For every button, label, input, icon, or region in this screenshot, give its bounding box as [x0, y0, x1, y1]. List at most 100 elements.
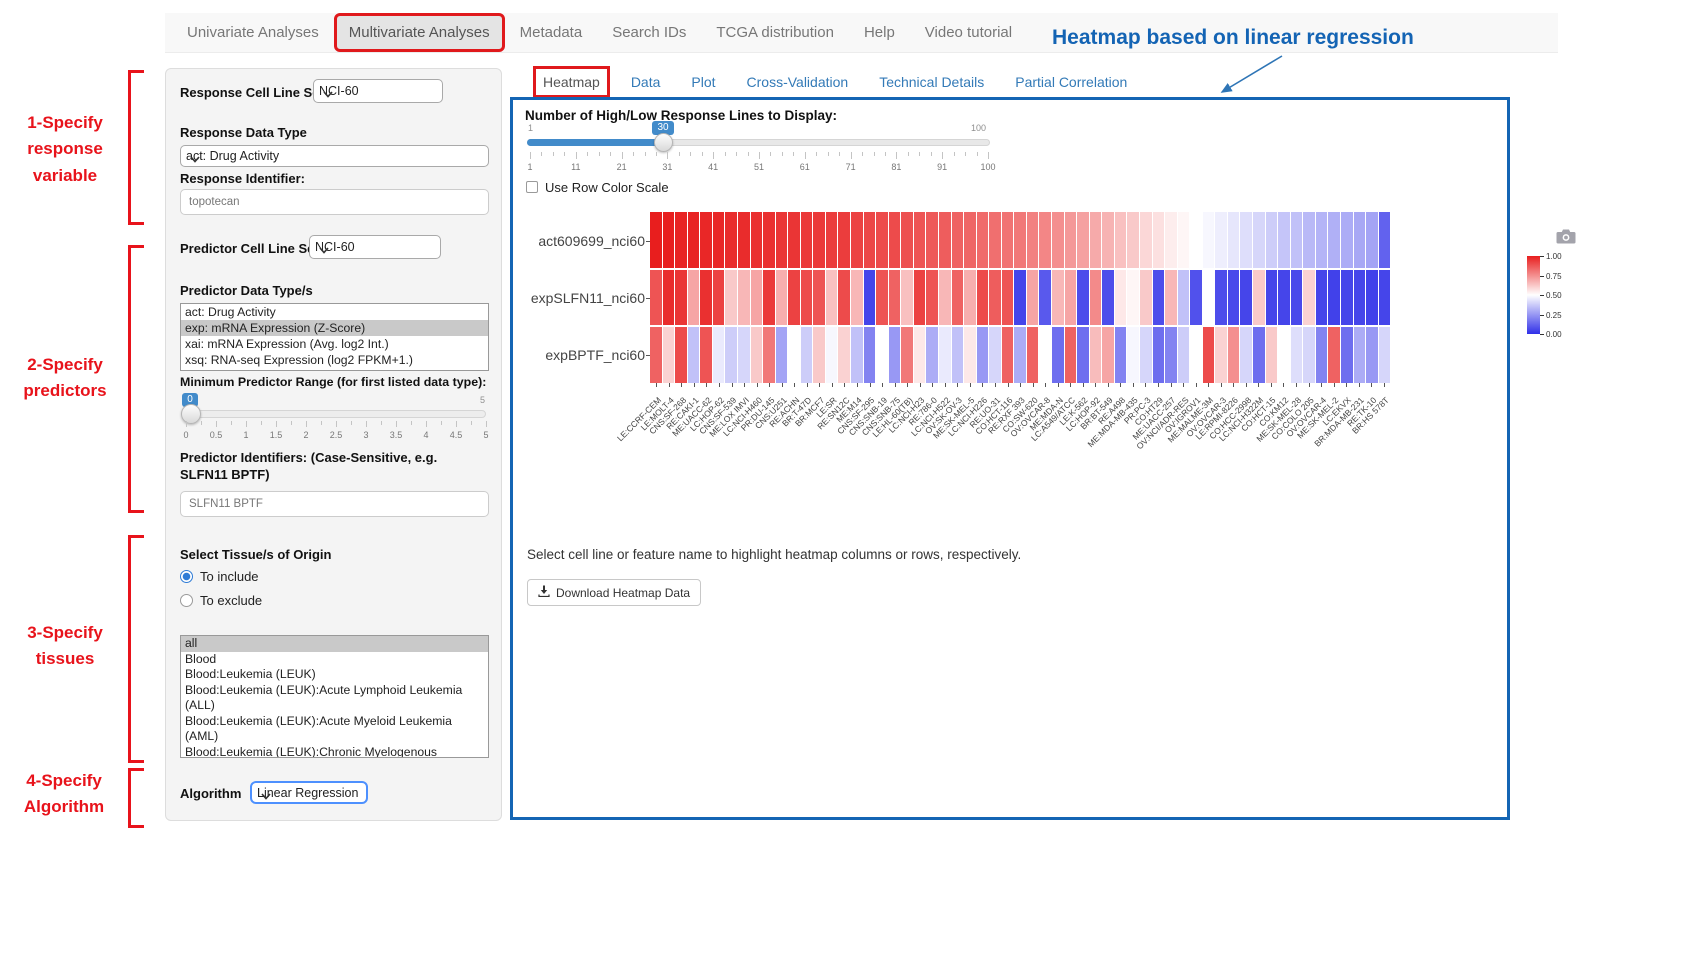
heatmap-cell[interactable] — [926, 270, 939, 326]
heatmap-cell[interactable] — [1127, 270, 1140, 326]
heatmap-cell[interactable] — [1065, 212, 1078, 268]
heatmap-cell[interactable] — [1027, 327, 1040, 383]
heatmap-cell[interactable] — [977, 327, 990, 383]
tab-partial-correlation[interactable]: Partial Correlation — [1009, 70, 1133, 94]
heatmap-cell[interactable] — [977, 212, 990, 268]
heatmap-cell[interactable] — [725, 327, 738, 383]
tissue-exclude-radio[interactable]: To exclude — [180, 593, 262, 608]
heatmap-cell[interactable] — [1203, 327, 1216, 383]
predictor-data-type-option[interactable]: act: Drug Activity — [181, 304, 488, 320]
heatmap-cell[interactable] — [876, 270, 889, 326]
nav-item-multivariate-analyses[interactable]: Multivariate Analyses — [337, 16, 502, 49]
heatmap-cell[interactable] — [1266, 212, 1279, 268]
heatmap-cell[interactable] — [1027, 212, 1040, 268]
heatmap-cell[interactable] — [813, 270, 826, 326]
heatmap-cell[interactable] — [838, 327, 851, 383]
heatmap-cell[interactable] — [977, 270, 990, 326]
heatmap-cell[interactable] — [1052, 212, 1065, 268]
heatmap-cell[interactable] — [1215, 270, 1228, 326]
heatmap-cell[interactable] — [1065, 327, 1078, 383]
heatmap-cell[interactable] — [763, 270, 776, 326]
heatmap-cell[interactable] — [738, 212, 751, 268]
heatmap-cell[interactable] — [914, 327, 927, 383]
heatmap-cell[interactable] — [1153, 270, 1166, 326]
heatmap-cell[interactable] — [650, 327, 663, 383]
heatmap-cell[interactable] — [1303, 270, 1316, 326]
heatmap-cell[interactable] — [1077, 212, 1090, 268]
heatmap-cell[interactable] — [901, 212, 914, 268]
heatmap-cell[interactable] — [952, 212, 965, 268]
heatmap-cell[interactable] — [1240, 270, 1253, 326]
heatmap-cell[interactable] — [801, 327, 814, 383]
heatmap-cell[interactable] — [952, 270, 965, 326]
heatmap-cell[interactable] — [650, 270, 663, 326]
heatmap-cell[interactable] — [939, 270, 952, 326]
heatmap-cell[interactable] — [788, 327, 801, 383]
heatmap-cell[interactable] — [713, 327, 726, 383]
heatmap-cell[interactable] — [1014, 270, 1027, 326]
heatmap-cell[interactable] — [663, 327, 676, 383]
predictor-data-type-option[interactable]: exp: mRNA Expression (Z-Score) — [181, 320, 488, 336]
tab-data[interactable]: Data — [625, 70, 667, 94]
heatmap-cell[interactable] — [1077, 270, 1090, 326]
tissue-option[interactable]: Blood — [181, 652, 488, 668]
heatmap-cell[interactable] — [1291, 327, 1304, 383]
heatmap-cell[interactable] — [826, 212, 839, 268]
heatmap-cell[interactable] — [1190, 270, 1203, 326]
heatmap-cell[interactable] — [1303, 212, 1316, 268]
lines-slider-handle[interactable] — [654, 133, 673, 152]
heatmap-cell[interactable] — [1379, 327, 1391, 383]
heatmap-cell[interactable] — [1215, 327, 1228, 383]
heatmap-cell[interactable] — [1253, 212, 1266, 268]
heatmap-cell[interactable] — [1203, 212, 1216, 268]
heatmap-cell[interactable] — [1278, 327, 1291, 383]
heatmap-cell[interactable] — [650, 212, 663, 268]
heatmap-cell[interactable] — [838, 212, 851, 268]
heatmap-cell[interactable] — [751, 327, 764, 383]
heatmap-cell[interactable] — [901, 270, 914, 326]
heatmap-cell[interactable] — [1002, 270, 1015, 326]
heatmap-cell[interactable] — [813, 327, 826, 383]
heatmap-cell[interactable] — [738, 327, 751, 383]
heatmap-row-label[interactable]: expSLFN11_nci60 — [515, 290, 645, 306]
heatmap-cell[interactable] — [1102, 270, 1115, 326]
heatmap-row-label[interactable]: act609699_nci60 — [515, 233, 645, 249]
tissue-option[interactable]: Blood:Leukemia (LEUK):Acute Lymphoid Leu… — [181, 683, 488, 714]
heatmap-cell[interactable] — [1140, 212, 1153, 268]
heatmap-cell[interactable] — [801, 270, 814, 326]
heatmap-cell[interactable] — [826, 270, 839, 326]
heatmap-cell[interactable] — [1115, 270, 1128, 326]
heatmap-cell[interactable] — [914, 270, 927, 326]
heatmap-cell[interactable] — [1316, 270, 1329, 326]
heatmap-cell[interactable] — [1178, 327, 1191, 383]
heatmap-cell[interactable] — [1165, 327, 1178, 383]
heatmap-cell[interactable] — [1379, 212, 1391, 268]
heatmap-cell[interactable] — [1278, 212, 1291, 268]
tissue-listbox[interactable]: allBloodBlood:Leukemia (LEUK)Blood:Leuke… — [180, 635, 489, 758]
heatmap-cell[interactable] — [864, 212, 877, 268]
heatmap-cell[interactable] — [1140, 327, 1153, 383]
heatmap-cell[interactable] — [1291, 270, 1304, 326]
heatmap-cell[interactable] — [1316, 327, 1329, 383]
heatmap-cell[interactable] — [914, 212, 927, 268]
tissue-option[interactable]: Blood:Leukemia (LEUK):Chronic Myelogenou… — [181, 745, 488, 759]
heatmap-cell[interactable] — [1366, 270, 1379, 326]
heatmap-cell[interactable] — [1127, 212, 1140, 268]
heatmap-cell[interactable] — [1039, 212, 1052, 268]
heatmap-cell[interactable] — [838, 270, 851, 326]
heatmap-cell[interactable] — [776, 327, 789, 383]
heatmap-cell[interactable] — [1027, 270, 1040, 326]
heatmap-cell[interactable] — [1014, 327, 1027, 383]
heatmap-cell[interactable] — [1090, 327, 1103, 383]
predictor-data-type-option[interactable]: xsq: RNA-seq Expression (log2 FPKM+1.) — [181, 352, 488, 368]
heatmap-cell[interactable] — [700, 327, 713, 383]
heatmap-cell[interactable] — [725, 212, 738, 268]
heatmap-cell[interactable] — [1228, 212, 1241, 268]
nav-item-univariate-analyses[interactable]: Univariate Analyses — [175, 16, 331, 49]
heatmap-cell[interactable] — [1153, 212, 1166, 268]
tissue-option[interactable]: all — [181, 636, 488, 652]
row-color-scale-checkbox[interactable] — [526, 181, 538, 193]
heatmap-cell[interactable] — [763, 327, 776, 383]
heatmap-cell[interactable] — [1328, 212, 1341, 268]
heatmap-cell[interactable] — [989, 212, 1002, 268]
